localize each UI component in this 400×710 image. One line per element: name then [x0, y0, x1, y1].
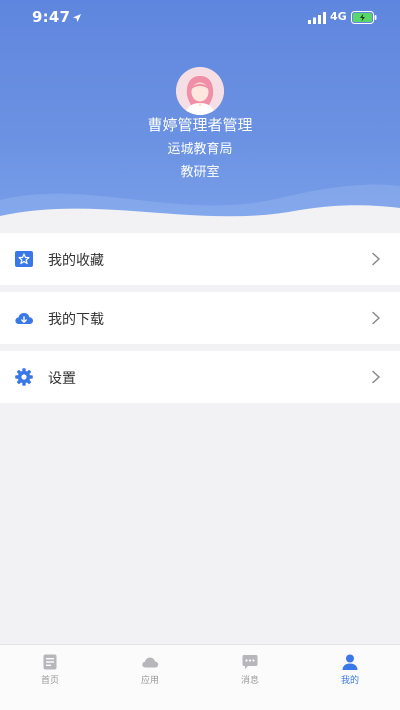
person-icon — [342, 654, 358, 670]
tab-messages[interactable]: 消息 — [200, 645, 300, 710]
profile-name: 曹婷管理者管理 — [147, 116, 253, 134]
cloud-icon — [142, 657, 159, 668]
tab-label-home: 首页 — [40, 676, 59, 686]
signal-icon — [308, 12, 326, 24]
menu-item-settings[interactable]: 设置 — [0, 351, 400, 403]
chat-icon — [242, 655, 258, 669]
battery-icon — [351, 11, 377, 24]
network-label: 4G — [330, 10, 347, 23]
status-bar: 9:47 4G — [0, 0, 400, 36]
chevron-right-icon — [372, 370, 380, 384]
chevron-right-icon — [372, 311, 380, 325]
header-wave — [0, 184, 400, 232]
tab-bar: 首页 应用 消息 我的 — [0, 644, 400, 710]
profile-organization: 运城教育局 — [167, 142, 233, 157]
avatar[interactable] — [176, 67, 224, 115]
status-time: 9:47 — [32, 8, 71, 26]
cloud-download-icon — [15, 313, 33, 324]
tab-label-apps: 应用 — [140, 676, 159, 686]
document-icon — [43, 654, 57, 670]
profile-header: 9:47 4G 曹婷管理者管理 运城教育局 教研室 — [0, 0, 400, 232]
tab-label-me: 我的 — [340, 676, 359, 686]
tab-me[interactable]: 我的 — [300, 645, 400, 710]
screen: 9:47 4G 曹婷管理者管理 运城教育局 教研室 我的收藏 我的下载 设置 首… — [0, 0, 400, 710]
location-arrow-icon — [73, 14, 81, 22]
menu-item-downloads[interactable]: 我的下载 — [0, 292, 400, 344]
gear-icon — [15, 368, 33, 386]
chevron-right-icon — [372, 252, 380, 266]
menu-label-downloads: 我的下载 — [48, 312, 104, 328]
tab-label-messages: 消息 — [240, 676, 259, 686]
menu-label-settings: 设置 — [48, 371, 76, 387]
tab-home[interactable]: 首页 — [0, 645, 100, 710]
tab-apps[interactable]: 应用 — [100, 645, 200, 710]
star-icon — [15, 251, 33, 267]
profile-department: 教研室 — [180, 165, 220, 180]
avatar-person-icon — [176, 67, 224, 115]
menu-label-favorites: 我的收藏 — [48, 253, 104, 269]
menu-item-favorites[interactable]: 我的收藏 — [0, 233, 400, 285]
